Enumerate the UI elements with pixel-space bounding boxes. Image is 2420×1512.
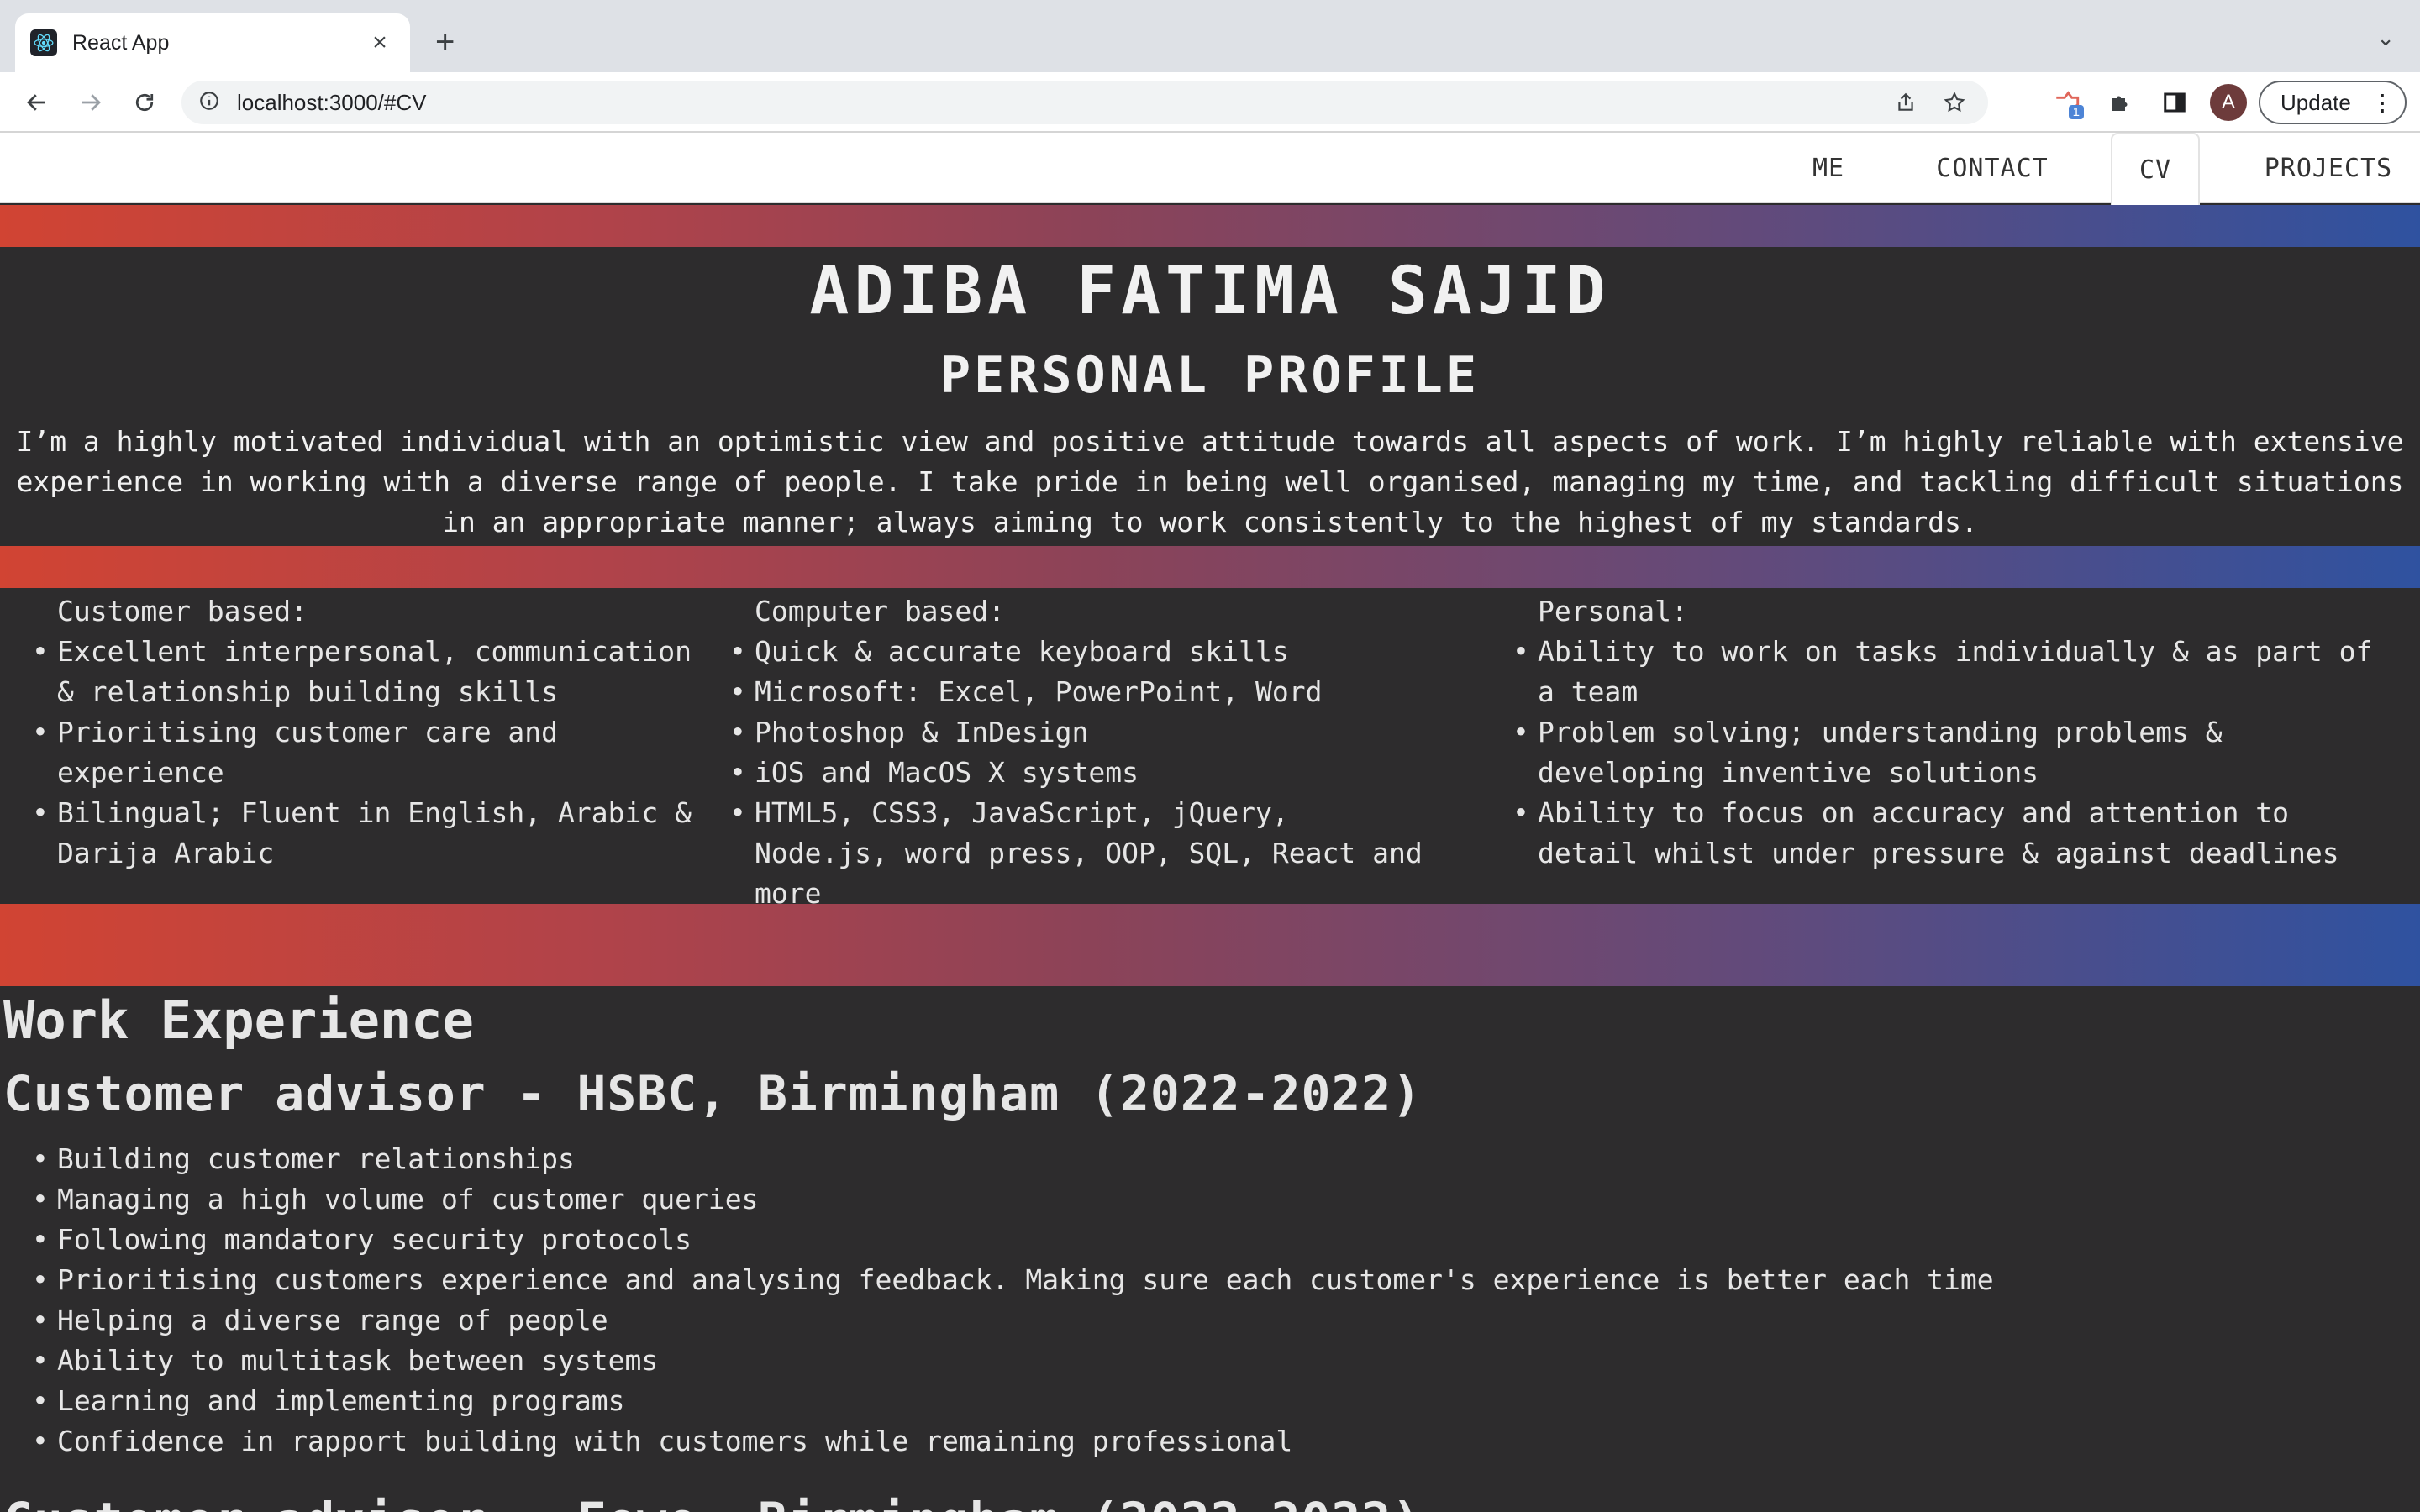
nav-link-contact[interactable]: CONTACT [1921,133,2064,203]
skill-item: Photoshop & InDesign [697,712,1437,753]
skill-item: Microsoft: Excel, PowerPoint, Word [697,672,1437,712]
extension-icon[interactable]: 1 [2050,86,2084,119]
url-text: localhost:3000/#CV [237,89,427,115]
profile-avatar[interactable]: A [2210,84,2247,121]
tab-title: React App [72,30,170,55]
puzzle-extensions-icon[interactable] [2104,86,2138,119]
more-menu-icon[interactable]: ⋮ [2371,89,2393,116]
address-bar[interactable]: localhost:3000/#CV [182,81,1988,124]
list-item: Building customer relationships [0,1139,1994,1179]
reload-icon[interactable] [126,84,163,121]
list-item: Learning and implementing programs [0,1381,1994,1421]
list-item: Managing a high volume of customer queri… [0,1179,1994,1220]
side-panel-icon[interactable] [2158,86,2191,119]
forward-arrow-icon[interactable] [72,84,109,121]
list-item: Prioritising customers experience and an… [0,1260,1994,1300]
skill-item: Ability to work on tasks individually & … [1481,632,2405,712]
profile-heading: PERSONAL PROFILE [940,346,1480,405]
browser-toolbar: localhost:3000/#CV 1 [0,72,2420,133]
job-title: Customer advisor - Fewe, Birmingham (202… [3,1492,1422,1512]
skill-item: iOS and MacOS X systems [697,753,1437,793]
new-tab-icon[interactable]: + [435,24,455,60]
nav-link-cv[interactable]: CV [2111,133,2200,205]
list-item: Helping a diverse range of people [0,1300,1994,1341]
skills-heading: Personal: [1538,595,1688,627]
share-icon[interactable] [1889,86,1923,119]
list-item: Following mandatory security protocols [0,1220,1994,1260]
nav-link-me[interactable]: ME [1780,133,1877,203]
extension-badge: 1 [2068,105,2084,119]
nav-link-projects[interactable]: PROJECTS [2249,133,2408,203]
skill-item: Ability to focus on accuracy and attenti… [1481,793,2405,874]
gradient-divider [0,546,2420,588]
skill-item: Prioritising customer care and experienc… [0,712,706,793]
job-duties-list: Building customer relationships Managing… [0,1139,1994,1462]
profile-text: I’m a highly motivated individual with a… [16,425,2404,538]
tab-search-chevron-icon[interactable]: ⌄ [2376,25,2395,51]
skills-customer: Customer based: Excellent interpersonal,… [0,591,706,874]
work-experience-heading: Work Experience [3,990,474,1051]
close-tab-icon[interactable]: × [365,29,395,57]
bookmark-star-icon[interactable] [1938,86,1971,119]
list-item: Confidence in rapport building with cust… [0,1421,1994,1462]
browser-tab-bar: React App × + ⌄ [0,0,2420,72]
site-navbar: ME CONTACT CV PROJECTS [0,133,2420,205]
page-content: ME CONTACT CV PROJECTS ADIBA FATIMA SAJI… [0,133,2420,1512]
skills-heading: Computer based: [755,595,1006,627]
skills-computer: Computer based: Quick & accurate keyboar… [697,591,1437,914]
gradient-divider [0,205,2420,247]
skills-heading: Customer based: [57,595,308,627]
gradient-divider [0,904,2420,986]
skill-item: Quick & accurate keyboard skills [697,632,1437,672]
browser-tab[interactable]: React App × [15,13,410,72]
skill-item: Excellent interpersonal, communication &… [0,632,706,712]
skill-item: Problem solving; understanding problems … [1481,712,2405,793]
back-arrow-icon[interactable] [18,84,55,121]
list-item: Ability to multitask between systems [0,1341,1994,1381]
skill-item: Bilingual; Fluent in English, Arabic & D… [0,793,706,874]
job-title: Customer advisor - HSBC, Birmingham (202… [3,1065,1423,1122]
site-info-icon[interactable] [198,90,220,115]
skills-personal: Personal: Ability to work on tasks indiv… [1481,591,2405,874]
person-name: ADIBA FATIMA SAJID [809,254,1611,329]
react-logo-icon [30,29,57,56]
update-button[interactable]: Update ⋮ [2259,81,2407,124]
update-label: Update [2281,89,2351,115]
skill-item: HTML5, CSS3, JavaScript, jQuery, Node.js… [697,793,1437,914]
